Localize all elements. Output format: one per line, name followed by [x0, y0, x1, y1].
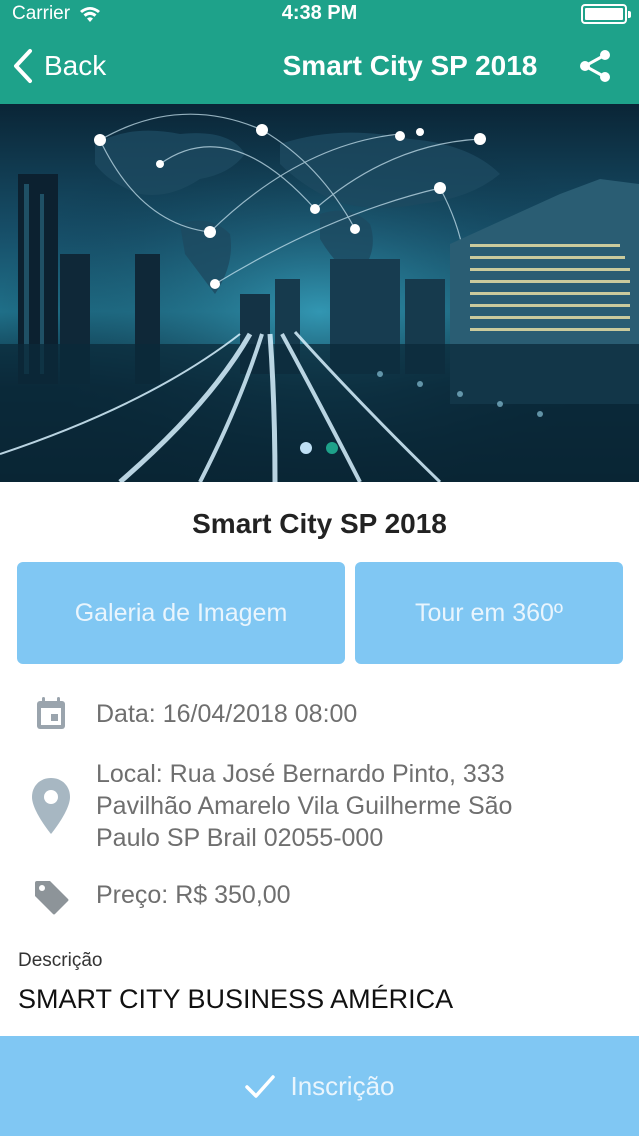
tour-360-label: Tour em 360º: [414, 598, 564, 627]
event-location: Local: Rua José Bernardo Pinto, 333 Pavi…: [96, 758, 512, 854]
carousel-dot-1[interactable]: [300, 442, 312, 454]
event-image-carousel[interactable]: [0, 104, 639, 482]
share-icon[interactable]: [577, 48, 613, 84]
description-text: SMART CITY BUSINESS AMÉRICA: [18, 984, 454, 1014]
navigation-bar: Back Smart City SP 2018: [0, 28, 639, 104]
back-button[interactable]: Back: [12, 48, 106, 84]
event-detail-screen: Carrier 4:38 PM Back Smart City SP 2018: [0, 0, 639, 1136]
status-bar: Carrier 4:38 PM: [0, 0, 639, 28]
status-time: 4:38 PM: [281, 2, 358, 24]
location-pin-icon: [32, 778, 70, 834]
price-tag-icon: [35, 881, 69, 915]
calendar-icon: [37, 697, 65, 729]
image-gallery-label: Galeria de Imagem: [74, 598, 288, 627]
city-night-image: [0, 104, 639, 482]
event-title: Smart City SP 2018: [192, 508, 447, 539]
location-line-2: Pavilhão Amarelo Vila Guilherme São: [96, 792, 513, 820]
image-gallery-button[interactable]: Galeria de Imagem: [17, 562, 345, 664]
tour-360-button[interactable]: Tour em 360º: [355, 562, 623, 664]
register-label: Inscrição: [290, 1070, 395, 1101]
location-line-1: Local: Rua José Bernardo Pinto, 333: [96, 760, 505, 788]
register-button[interactable]: Inscrição: [0, 1036, 639, 1136]
checkmark-icon: [245, 1075, 276, 1098]
nav-title: Smart City SP 2018: [282, 50, 538, 81]
location-line-3: Paulo SP Brail 02055-000: [96, 824, 384, 852]
back-label: Back: [44, 50, 107, 81]
battery-icon: [581, 4, 631, 24]
carousel-dot-2[interactable]: [326, 442, 338, 454]
description-label: Descrição: [18, 950, 103, 971]
chevron-left-icon: [14, 49, 32, 83]
event-date: Data: 16/04/2018 08:00: [96, 700, 358, 728]
event-price: Preço: R$ 350,00: [96, 881, 291, 909]
carousel-page-indicator[interactable]: [300, 442, 338, 454]
